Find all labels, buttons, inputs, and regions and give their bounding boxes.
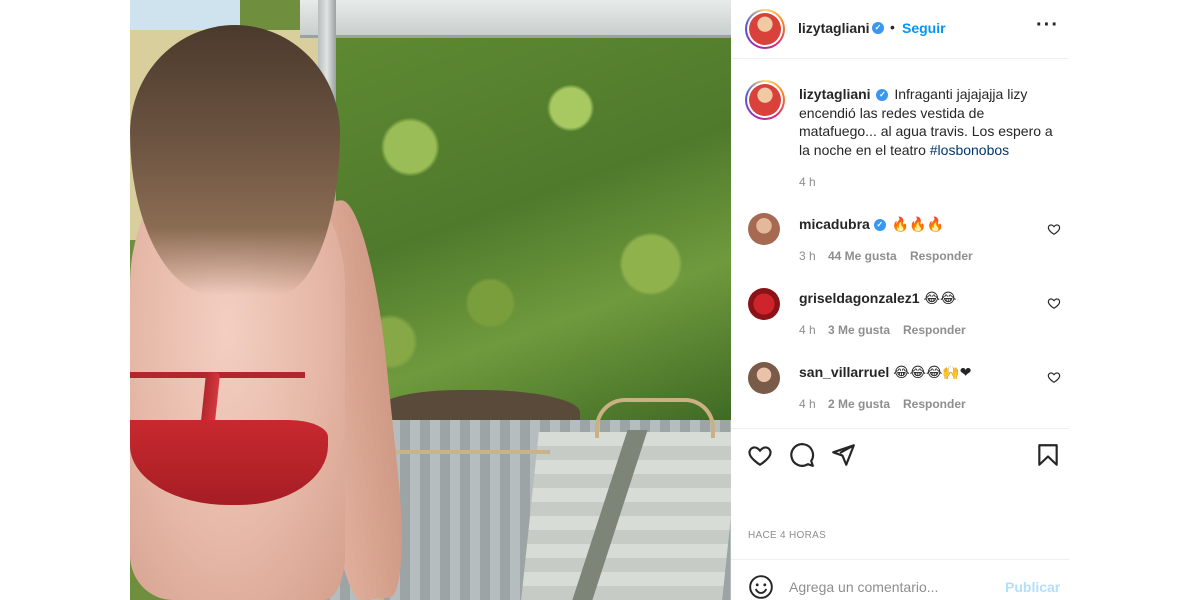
post-photo[interactable] <box>130 0 731 600</box>
caption-age[interactable]: 4 h <box>799 175 816 189</box>
photo-chair <box>380 450 550 600</box>
comment-likes[interactable]: 3 Me gusta <box>828 323 890 337</box>
comment-bubble-icon[interactable] <box>789 442 815 468</box>
caption-username[interactable]: lizytagliani <box>799 86 871 102</box>
verified-badge-icon: ✓ <box>873 219 886 232</box>
comment-likes[interactable]: 2 Me gusta <box>828 397 890 411</box>
comment-age[interactable]: 4 h <box>799 323 816 337</box>
reply-button[interactable]: Responder <box>910 249 973 263</box>
comment-avatar[interactable] <box>748 213 780 245</box>
comment-input[interactable] <box>789 577 999 597</box>
comment-username[interactable]: griseldagonzalez1 <box>799 290 920 306</box>
comment-age[interactable]: 3 h <box>799 249 816 263</box>
save-bookmark-icon[interactable] <box>1035 442 1061 468</box>
photo-hedge <box>330 30 731 420</box>
divider <box>731 559 1069 560</box>
comment-username[interactable]: san_villarruel <box>799 364 889 380</box>
like-comment-icon[interactable] <box>1047 370 1061 384</box>
photo-pergola <box>300 0 731 38</box>
reply-button[interactable]: Responder <box>903 323 966 337</box>
comment-likes[interactable]: 44 Me gusta <box>828 249 897 263</box>
caption-hashtag[interactable]: #losbonobos <box>930 142 1009 158</box>
reply-button[interactable]: Responder <box>903 397 966 411</box>
author-avatar[interactable] <box>745 9 785 49</box>
comment-avatar[interactable] <box>748 288 780 320</box>
more-options-icon[interactable]: ··· <box>1036 14 1059 37</box>
verified-badge-icon: ✓ <box>876 89 889 102</box>
caption-author-avatar[interactable] <box>745 80 785 120</box>
publish-button[interactable]: Publicar <box>1005 579 1060 595</box>
comment-item: micadubra ✓ 🔥🔥🔥 <box>799 216 944 233</box>
like-comment-icon[interactable] <box>1047 222 1061 236</box>
photo-hair <box>130 25 340 295</box>
divider <box>731 428 1069 429</box>
emoji-icon[interactable] <box>748 574 774 600</box>
post-header: lizytagliani ✓ • Seguir ··· <box>731 0 1069 59</box>
post-side-panel: lizytagliani ✓ • Seguir ··· lizytagliani… <box>731 0 1069 600</box>
author-username[interactable]: lizytagliani <box>798 20 870 36</box>
comment-text: 🔥🔥🔥 <box>891 217 945 233</box>
comment-text: 😂😂 <box>923 291 957 307</box>
share-send-icon[interactable] <box>830 442 856 468</box>
comment-item: griseldagonzalez1 😂😂 <box>799 290 956 307</box>
comment-item: san_villarruel 😂😂😂🙌❤ <box>799 364 972 381</box>
separator-dot: • <box>890 19 895 35</box>
comment-text: 😂😂😂🙌❤ <box>893 365 972 381</box>
comment-avatar[interactable] <box>748 362 780 394</box>
like-comment-icon[interactable] <box>1047 296 1061 310</box>
like-heart-icon[interactable] <box>747 442 773 468</box>
post-timestamp[interactable]: HACE 4 HORAS <box>748 530 826 541</box>
follow-button[interactable]: Seguir <box>902 20 946 36</box>
comment-username[interactable]: micadubra <box>799 216 870 232</box>
photo-chair-back <box>595 398 715 438</box>
post-caption: lizytagliani ✓ Infraganti jajajajja lizy… <box>799 85 1061 159</box>
comment-age[interactable]: 4 h <box>799 397 816 411</box>
verified-badge-icon: ✓ <box>872 22 884 34</box>
